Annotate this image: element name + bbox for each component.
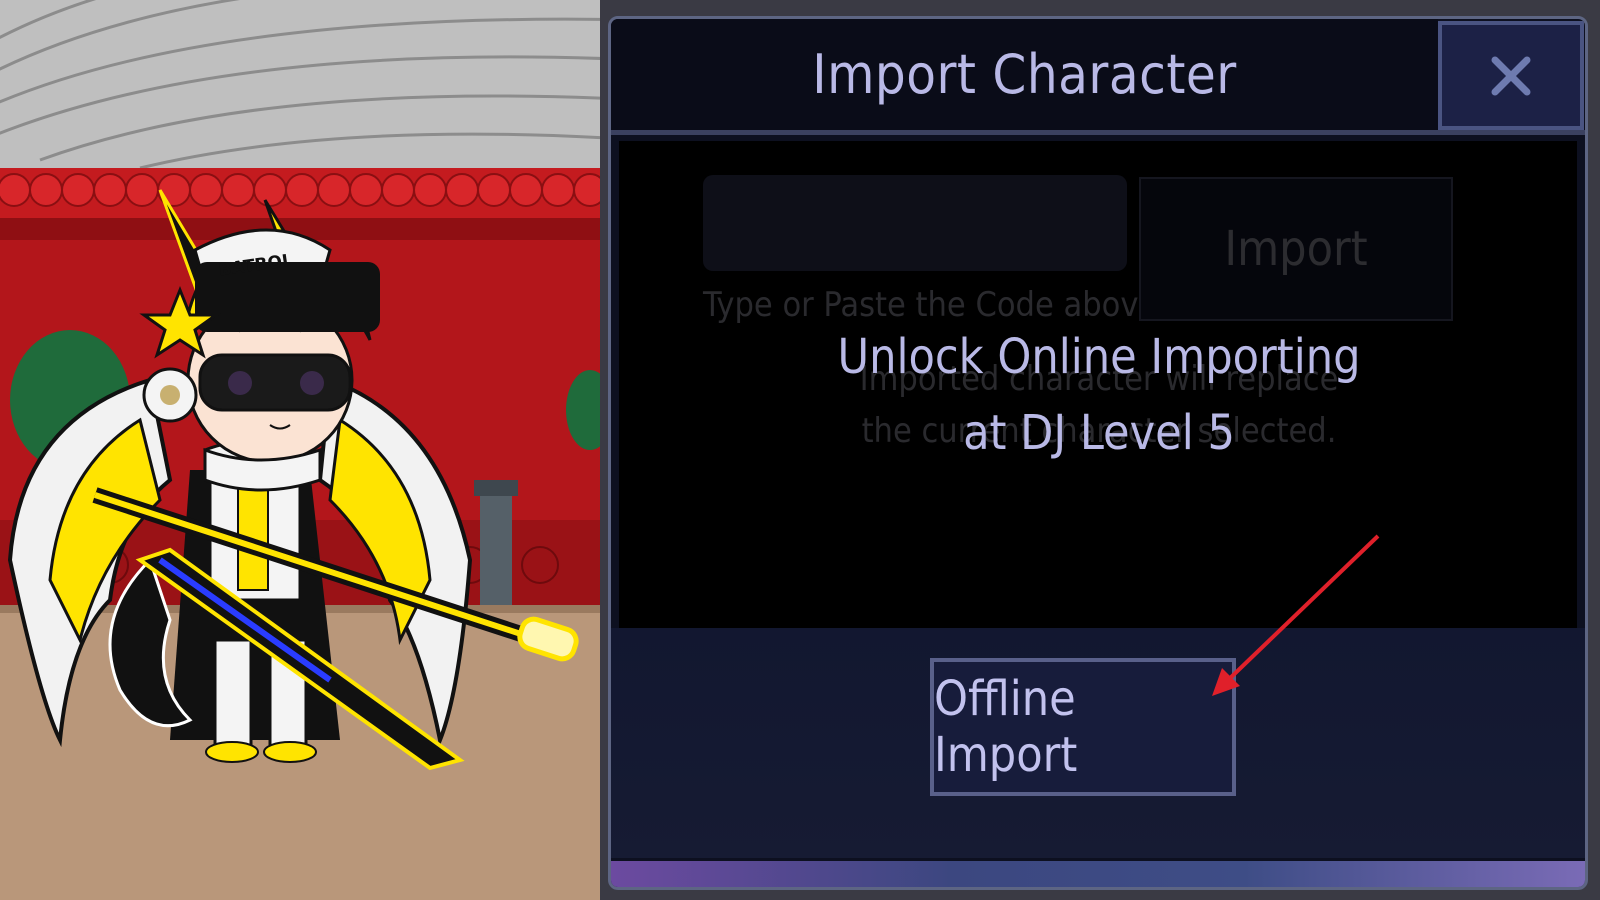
dialog-header: Import Character (611, 19, 1438, 130)
close-button[interactable] (1438, 21, 1584, 130)
import-character-dialog: Import Character Type or Paste the Code … (608, 16, 1588, 890)
game-scene: BATBOI (0, 0, 600, 900)
dialog-bottom-bar (611, 861, 1585, 887)
unlock-line1: Unlock Online Importing (837, 329, 1361, 385)
scene-illustration: BATBOI (0, 0, 600, 900)
import-button[interactable]: Import (1139, 177, 1453, 321)
code-input[interactable] (703, 175, 1127, 271)
unlock-line2: at DJ Level 5 (963, 405, 1235, 461)
unlock-message: Unlock Online Importing at DJ Level 5 (759, 319, 1439, 471)
offline-import-button[interactable]: Offline Import (930, 658, 1236, 796)
header-divider (611, 130, 1585, 135)
close-x-icon (1491, 56, 1531, 95)
online-import-panel: Type or Paste the Code above Import Impo… (619, 141, 1577, 628)
dialog-title: Import Character (812, 43, 1237, 106)
